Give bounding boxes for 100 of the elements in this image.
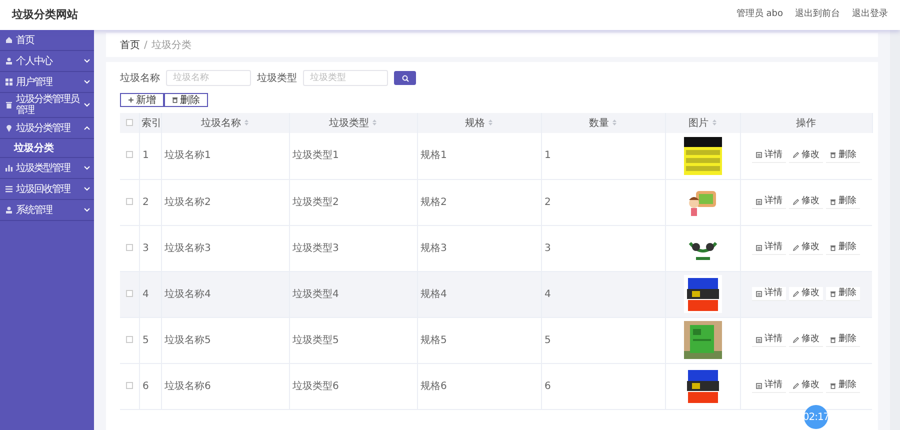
column-header[interactable]: 图片 <box>688 118 716 128</box>
input-field[interactable]: 垃圾名称 <box>166 70 251 86</box>
details-button[interactable]: 详情 <box>752 333 786 347</box>
trash-icon <box>830 244 836 250</box>
column-header[interactable]: 规格 <box>465 118 493 128</box>
scrollbar[interactable] <box>890 30 900 430</box>
delete-button[interactable]: 删除 <box>826 241 860 255</box>
delete-button[interactable]: 删除 <box>826 287 860 301</box>
delete-button[interactable]: 删除 <box>826 333 860 347</box>
table-row[interactable]: 5 垃圾名称5 垃圾类型5 规格5 5 详情 修改 删除 <box>120 317 872 363</box>
sidebar-item[interactable]: 系统管理 <box>0 200 94 221</box>
checkbox[interactable] <box>126 151 133 158</box>
table-row[interactable]: 3 垃圾名称3 垃圾类型3 规格3 3 详情 修改 删除 <box>120 225 872 271</box>
details-button[interactable]: 详情 <box>752 148 786 163</box>
chevron-icon <box>84 208 90 212</box>
table-cell: 3 <box>142 242 149 254</box>
table-cell: 5 <box>544 334 551 346</box>
sidebar-item[interactable]: 个人中心 <box>0 51 94 72</box>
table-cell: 5 <box>142 334 149 346</box>
sidebar-subitem[interactable]: 垃圾分类 <box>0 139 94 158</box>
chevron-icon <box>84 166 90 170</box>
table-row[interactable]: 6 垃圾名称6 垃圾类型6 规格6 6 详情 修改 删除 <box>120 363 872 409</box>
pin-icon <box>5 124 13 132</box>
sidebar-item[interactable]: 垃圾分类管理员管理 <box>0 93 94 118</box>
table-cell: 1 <box>142 150 149 162</box>
table-cell: 1 <box>544 150 551 162</box>
column-header: 操作 <box>796 118 816 128</box>
delete-button[interactable]: 删除 <box>826 195 860 209</box>
plus-icon <box>128 97 134 103</box>
trash-icon <box>172 97 178 103</box>
sidebar-item[interactable]: 用户管理 <box>0 72 94 93</box>
chevron-icon <box>84 80 90 84</box>
edit-button[interactable]: 修改 <box>789 379 824 393</box>
header-link[interactable]: 退出登录 <box>852 8 888 22</box>
pencil-icon <box>793 152 800 158</box>
table-cell: 规格2 <box>420 196 447 208</box>
details-button[interactable]: 详情 <box>752 379 786 393</box>
table-cell: 2 <box>544 196 551 208</box>
column-header[interactable]: 垃圾类型 <box>329 118 377 128</box>
sidebar-item[interactable]: 首页 <box>0 30 94 51</box>
sort-icon <box>712 119 716 126</box>
breadcrumb-item[interactable]: 首页 <box>120 38 140 52</box>
site-title: 垃圾分类网站 <box>12 6 78 23</box>
sort-icon <box>488 119 493 126</box>
trash-icon <box>5 101 13 109</box>
add-button[interactable]: 新增 <box>120 93 164 107</box>
sidebar-item[interactable]: 垃圾分类管理 <box>0 118 94 139</box>
sidebar-item[interactable]: 垃圾回收管理 <box>0 179 94 200</box>
edit-button[interactable]: 修改 <box>789 241 824 255</box>
sidebar-item[interactable]: 垃圾类型管理 <box>0 158 94 179</box>
header-link[interactable]: 管理员 abo <box>736 8 783 22</box>
details-button[interactable]: 详情 <box>752 241 786 255</box>
list-icon <box>5 185 13 193</box>
sort-icon <box>372 119 377 126</box>
table-row[interactable]: 4 垃圾名称4 垃圾类型4 规格4 4 详情 修改 删除 <box>120 271 872 317</box>
input-field[interactable]: 垃圾类型 <box>303 70 388 86</box>
table-cell: 4 <box>142 288 149 300</box>
pencil-icon <box>793 290 800 296</box>
sort-icon <box>244 119 249 126</box>
table-cell: 规格6 <box>420 380 447 392</box>
column-header[interactable]: 垃圾名称 <box>201 118 249 128</box>
document-icon <box>756 290 762 296</box>
search-button[interactable] <box>394 71 416 85</box>
document-icon <box>756 382 762 388</box>
delete-button[interactable]: 删除 <box>826 379 860 393</box>
checkbox[interactable] <box>126 198 133 204</box>
chevron-icon <box>84 59 90 63</box>
table-cell: 垃圾名称1 <box>164 150 211 162</box>
checkbox[interactable] <box>126 244 133 250</box>
table-cell: 垃圾类型2 <box>292 196 339 208</box>
table-row[interactable]: 2 垃圾名称2 垃圾类型2 规格2 2 详情 修改 删除 <box>120 179 872 225</box>
header-link[interactable]: 退出到前台 <box>795 8 840 22</box>
table-cell: 垃圾类型6 <box>292 380 339 392</box>
table-cell: 垃圾类型4 <box>292 288 339 300</box>
edit-button[interactable]: 修改 <box>789 333 824 347</box>
table-cell: 垃圾名称3 <box>164 242 211 254</box>
edit-button[interactable]: 修改 <box>789 148 824 163</box>
edit-button[interactable]: 修改 <box>789 287 824 301</box>
trash-icon <box>830 290 836 296</box>
checkbox[interactable] <box>126 290 133 296</box>
bar-chart-icon <box>5 164 13 172</box>
details-button[interactable]: 详情 <box>752 287 786 301</box>
checkbox[interactable] <box>126 118 133 126</box>
trash-icon <box>830 382 836 388</box>
checkbox[interactable] <box>126 336 133 342</box>
column-header[interactable]: 数量 <box>589 118 617 128</box>
chevron-icon <box>84 103 90 107</box>
details-button[interactable]: 详情 <box>752 195 786 209</box>
table-row[interactable]: 1 垃圾名称1 垃圾类型1 规格1 1 详情 修改 删除 <box>120 133 872 179</box>
trash-icon <box>830 336 836 342</box>
column-header: 索引 <box>142 118 162 128</box>
breadcrumb-separator: / <box>144 38 148 52</box>
table-cell: 规格4 <box>420 288 447 300</box>
delete-button[interactable]: 删除 <box>826 148 860 163</box>
checkbox[interactable] <box>126 382 133 388</box>
document-icon <box>756 152 762 158</box>
edit-button[interactable]: 修改 <box>789 195 824 209</box>
delete-button[interactable]: 删除 <box>164 93 208 107</box>
field-label: 垃圾类型 <box>257 72 297 86</box>
grid-icon <box>5 78 13 86</box>
